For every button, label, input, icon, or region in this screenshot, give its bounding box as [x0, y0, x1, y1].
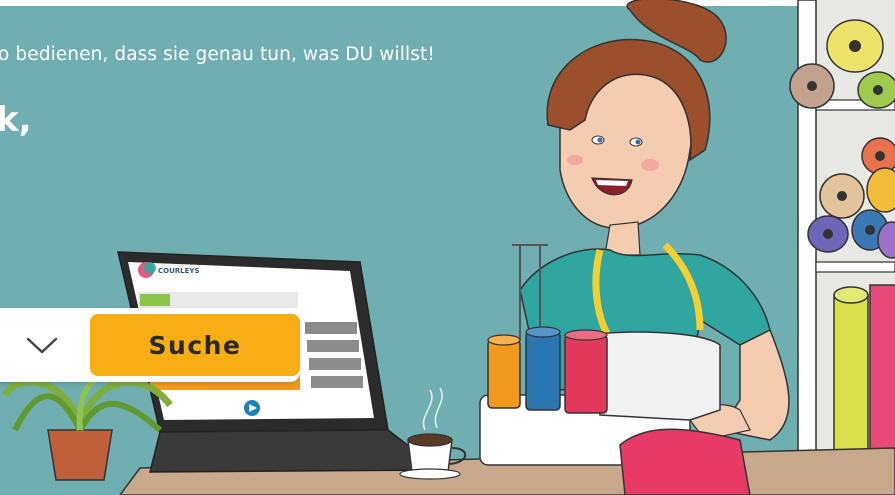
- chevron-down-icon: [26, 337, 58, 354]
- potted-plant: [2, 367, 173, 481]
- hero-subtitle: o bedienen, dass sie genau tun, was DU w…: [0, 44, 435, 65]
- laptop-brand: COURLEYS: [158, 267, 200, 275]
- category-dropdown[interactable]: [24, 327, 60, 363]
- search-button[interactable]: Suche: [90, 314, 300, 376]
- sewing-illustration: COURLEYS: [2, 0, 895, 495]
- hero-banner: COURLEYS o bedienen, dass sie genau tun,…: [0, 0, 895, 495]
- hero-headline: k,: [0, 100, 32, 140]
- fabric-shelf: [789, 0, 895, 476]
